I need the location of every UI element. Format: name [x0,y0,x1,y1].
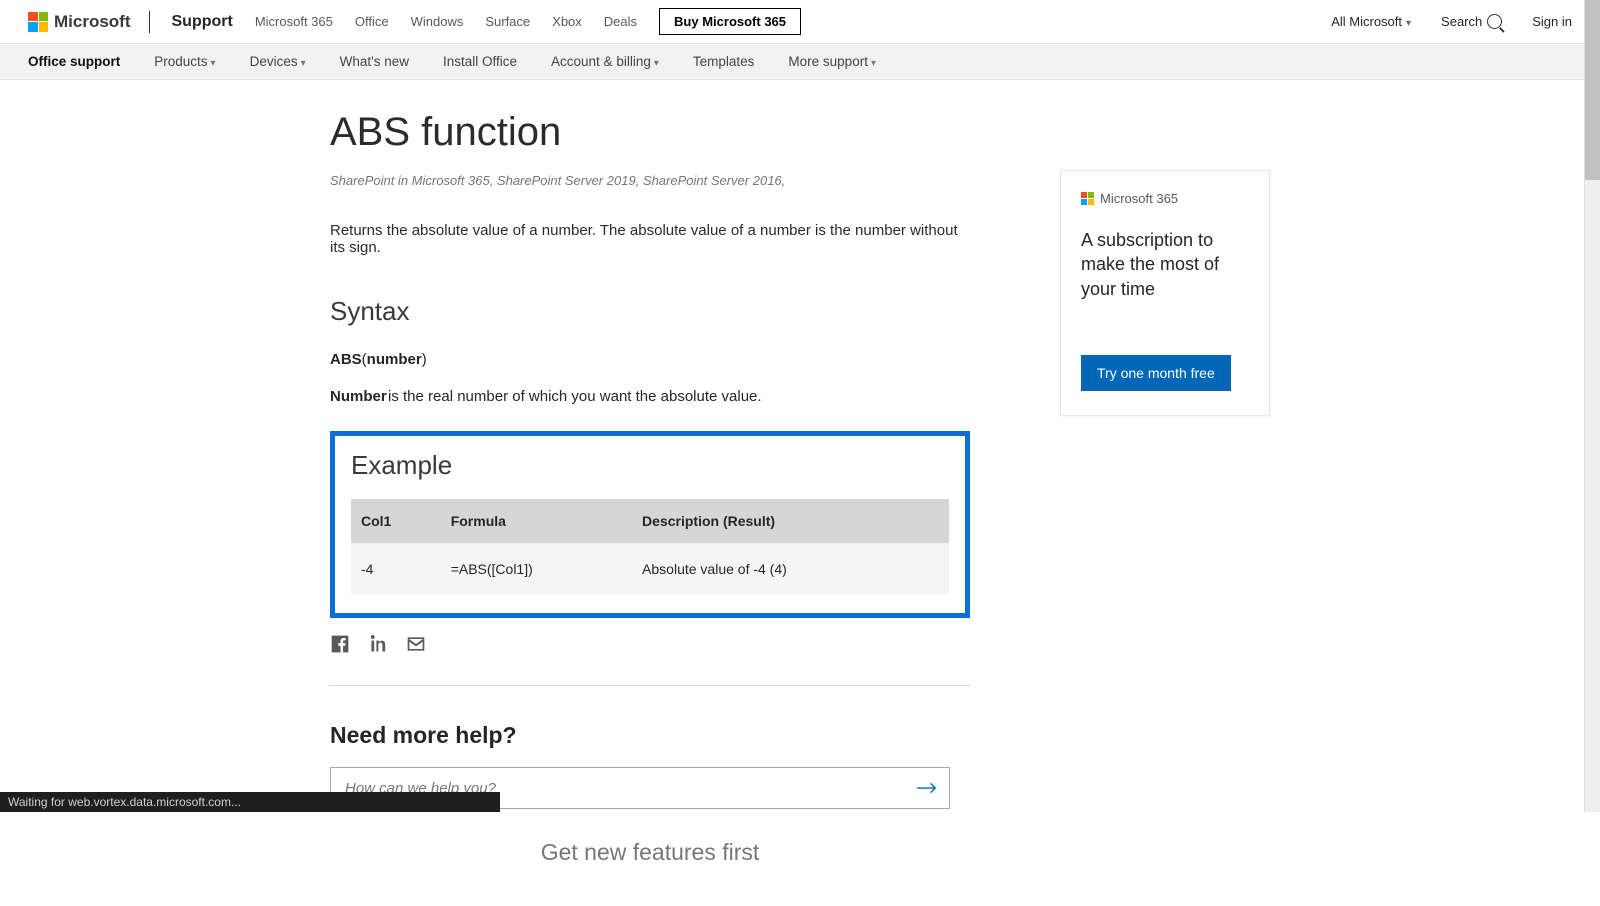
all-microsoft-label: All Microsoft [1331,14,1402,29]
search-button[interactable]: Search [1441,14,1502,29]
nav-deals[interactable]: Deals [604,14,637,29]
all-microsoft-dropdown[interactable]: All Microsoft ▾ [1331,14,1411,29]
email-icon [406,634,426,654]
m365-promo-card: Microsoft 365 A subscription to make the… [1060,170,1270,416]
top-nav: Microsoft Support Microsoft 365 Office W… [0,0,1600,44]
chevron-down-icon: ▾ [654,58,659,69]
article: ABS function SharePoint in Microsoft 365… [330,110,970,866]
subnav-products[interactable]: Products▾ [154,54,215,69]
chevron-down-icon: ▾ [211,58,216,69]
example-heading: Example [351,450,949,481]
buy-microsoft365-button[interactable]: Buy Microsoft 365 [659,8,801,35]
top-nav-left: Microsoft Support Microsoft 365 Office W… [28,8,1331,35]
subnav-more-support[interactable]: More support▾ [788,54,876,69]
status-bar: Waiting for web.vortex.data.microsoft.co… [0,792,500,812]
subnav-office-support[interactable]: Office support [28,54,120,69]
facebook-icon [330,634,350,654]
syntax-heading: Syntax [330,296,970,327]
share-facebook[interactable] [330,634,350,659]
get-new-features: Get new features first [330,839,970,866]
subnav-account-billing[interactable]: Account & billing▾ [551,54,659,69]
nav-xbox[interactable]: Xbox [552,14,582,29]
applies-to: SharePoint in Microsoft 365, SharePoint … [330,173,970,188]
subnav-templates[interactable]: Templates [693,54,755,69]
param-desc: is the real number of which you want the… [388,388,970,405]
separator [330,685,970,686]
search-label: Search [1441,14,1482,29]
page-body: ABS function SharePoint in Microsoft 365… [0,80,1600,906]
nav-divider [149,11,150,33]
arrow-right-icon [916,781,938,795]
share-row [330,634,970,659]
intro-paragraph: Returns the absolute value of a number. … [330,222,970,256]
syntax-fn: ABS [330,351,362,368]
param-name: Number [330,388,388,405]
signin-link[interactable]: Sign in [1532,14,1572,29]
chevron-down-icon: ▾ [1406,18,1411,29]
search-icon [1487,14,1502,29]
try-free-button[interactable]: Try one month free [1081,355,1231,391]
microsoft-logo[interactable]: Microsoft [28,12,131,32]
microsoft-logo-text: Microsoft [54,12,131,32]
sub-nav: Office support Products▾ Devices▾ What's… [0,44,1600,80]
example-box: Example Col1 Formula Description (Result… [330,431,970,618]
td-formula: =ABS([Col1]) [441,543,632,595]
card-brand-text: Microsoft 365 [1100,191,1178,206]
card-brand: Microsoft 365 [1081,191,1249,206]
help-search-submit[interactable] [905,781,949,795]
param-row: Number is the real number of which you w… [330,388,970,405]
subnav-install-office[interactable]: Install Office [443,54,517,69]
subnav-whats-new[interactable]: What's new [340,54,409,69]
th-col1: Col1 [351,499,441,543]
th-formula: Formula [441,499,632,543]
support-link[interactable]: Support [172,13,233,31]
chevron-down-icon: ▾ [301,58,306,69]
syntax-arg: number [367,351,422,368]
th-desc: Description (Result) [632,499,949,543]
syntax-line: ABS(number) [330,351,970,368]
subnav-devices[interactable]: Devices▾ [250,54,306,69]
nav-microsoft365[interactable]: Microsoft 365 [255,14,333,29]
chevron-down-icon: ▾ [871,58,876,69]
td-col1: -4 [351,543,441,595]
share-email[interactable] [406,634,426,659]
top-nav-right: All Microsoft ▾ Search Sign in [1331,14,1572,29]
nav-surface[interactable]: Surface [485,14,530,29]
microsoft-logo-icon [1081,192,1094,205]
linkedin-icon [368,634,388,654]
td-desc: Absolute value of -4 (4) [632,543,949,595]
table-row: -4 =ABS([Col1]) Absolute value of -4 (4) [351,543,949,595]
nav-office[interactable]: Office [355,14,389,29]
scrollbar-thumb[interactable] [1585,0,1600,180]
example-table: Col1 Formula Description (Result) -4 =AB… [351,499,949,595]
nav-windows[interactable]: Windows [411,14,464,29]
card-headline: A subscription to make the most of your … [1081,228,1249,301]
page-title: ABS function [330,110,970,155]
share-linkedin[interactable] [368,634,388,659]
side-column: Microsoft 365 A subscription to make the… [1060,110,1270,866]
scrollbar[interactable] [1584,0,1600,812]
microsoft-logo-icon [28,12,48,32]
need-more-heading: Need more help? [330,722,970,749]
